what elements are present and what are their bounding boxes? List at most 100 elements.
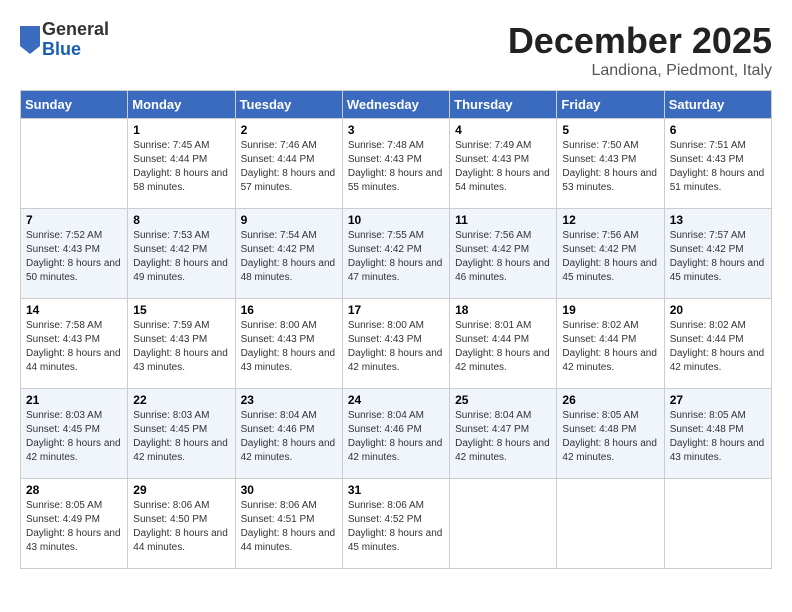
day-number: 24 (348, 393, 444, 407)
col-thursday: Thursday (450, 91, 557, 119)
day-number: 7 (26, 213, 122, 227)
day-number: 12 (562, 213, 658, 227)
day-info: Sunrise: 8:04 AMSunset: 4:46 PMDaylight:… (348, 409, 444, 465)
day-info: Sunrise: 7:50 AMSunset: 4:43 PMDaylight:… (562, 139, 658, 195)
day-info: Sunrise: 8:01 AMSunset: 4:44 PMDaylight:… (455, 319, 551, 375)
day-number: 1 (133, 123, 229, 137)
day-number: 16 (241, 303, 337, 317)
calendar-cell: 2 Sunrise: 7:46 AMSunset: 4:44 PMDayligh… (235, 119, 342, 209)
calendar-cell: 11 Sunrise: 7:56 AMSunset: 4:42 PMDaylig… (450, 209, 557, 299)
day-number: 14 (26, 303, 122, 317)
logo-blue: Blue (42, 40, 109, 60)
day-number: 13 (670, 213, 766, 227)
day-number: 30 (241, 483, 337, 497)
calendar-cell: 10 Sunrise: 7:55 AMSunset: 4:42 PMDaylig… (342, 209, 449, 299)
day-info: Sunrise: 7:58 AMSunset: 4:43 PMDaylight:… (26, 319, 122, 375)
day-number: 5 (562, 123, 658, 137)
day-number: 27 (670, 393, 766, 407)
day-info: Sunrise: 8:03 AMSunset: 4:45 PMDaylight:… (26, 409, 122, 465)
calendar-cell: 8 Sunrise: 7:53 AMSunset: 4:42 PMDayligh… (128, 209, 235, 299)
calendar-cell (450, 479, 557, 569)
calendar-cell (21, 119, 128, 209)
calendar-cell: 16 Sunrise: 8:00 AMSunset: 4:43 PMDaylig… (235, 299, 342, 389)
calendar-cell: 4 Sunrise: 7:49 AMSunset: 4:43 PMDayligh… (450, 119, 557, 209)
calendar-cell: 30 Sunrise: 8:06 AMSunset: 4:51 PMDaylig… (235, 479, 342, 569)
calendar-cell: 23 Sunrise: 8:04 AMSunset: 4:46 PMDaylig… (235, 389, 342, 479)
calendar-cell: 12 Sunrise: 7:56 AMSunset: 4:42 PMDaylig… (557, 209, 664, 299)
day-info: Sunrise: 7:48 AMSunset: 4:43 PMDaylight:… (348, 139, 444, 195)
day-number: 10 (348, 213, 444, 227)
calendar-cell (664, 479, 771, 569)
day-info: Sunrise: 8:02 AMSunset: 4:44 PMDaylight:… (670, 319, 766, 375)
day-info: Sunrise: 7:54 AMSunset: 4:42 PMDaylight:… (241, 229, 337, 285)
col-monday: Monday (128, 91, 235, 119)
logo-general: General (42, 20, 109, 40)
calendar-cell: 1 Sunrise: 7:45 AMSunset: 4:44 PMDayligh… (128, 119, 235, 209)
day-number: 26 (562, 393, 658, 407)
day-info: Sunrise: 7:53 AMSunset: 4:42 PMDaylight:… (133, 229, 229, 285)
day-info: Sunrise: 7:55 AMSunset: 4:42 PMDaylight:… (348, 229, 444, 285)
day-info: Sunrise: 7:56 AMSunset: 4:42 PMDaylight:… (562, 229, 658, 285)
calendar-cell (557, 479, 664, 569)
calendar-cell: 31 Sunrise: 8:06 AMSunset: 4:52 PMDaylig… (342, 479, 449, 569)
day-number: 29 (133, 483, 229, 497)
day-number: 15 (133, 303, 229, 317)
calendar-week-5: 28 Sunrise: 8:05 AMSunset: 4:49 PMDaylig… (21, 479, 772, 569)
location: Landiona, Piedmont, Italy (508, 62, 772, 80)
day-info: Sunrise: 8:00 AMSunset: 4:43 PMDaylight:… (348, 319, 444, 375)
title-block: December 2025 Landiona, Piedmont, Italy (508, 20, 772, 80)
day-info: Sunrise: 7:52 AMSunset: 4:43 PMDaylight:… (26, 229, 122, 285)
day-info: Sunrise: 8:05 AMSunset: 4:48 PMDaylight:… (670, 409, 766, 465)
col-sunday: Sunday (21, 91, 128, 119)
logo: General Blue (20, 20, 109, 60)
day-number: 22 (133, 393, 229, 407)
calendar-cell: 25 Sunrise: 8:04 AMSunset: 4:47 PMDaylig… (450, 389, 557, 479)
day-info: Sunrise: 8:05 AMSunset: 4:48 PMDaylight:… (562, 409, 658, 465)
day-number: 11 (455, 213, 551, 227)
day-info: Sunrise: 7:46 AMSunset: 4:44 PMDaylight:… (241, 139, 337, 195)
day-info: Sunrise: 8:04 AMSunset: 4:47 PMDaylight:… (455, 409, 551, 465)
calendar-cell: 3 Sunrise: 7:48 AMSunset: 4:43 PMDayligh… (342, 119, 449, 209)
day-info: Sunrise: 8:02 AMSunset: 4:44 PMDaylight:… (562, 319, 658, 375)
day-number: 2 (241, 123, 337, 137)
calendar-cell: 14 Sunrise: 7:58 AMSunset: 4:43 PMDaylig… (21, 299, 128, 389)
calendar-cell: 20 Sunrise: 8:02 AMSunset: 4:44 PMDaylig… (664, 299, 771, 389)
day-number: 17 (348, 303, 444, 317)
day-number: 19 (562, 303, 658, 317)
calendar: Sunday Monday Tuesday Wednesday Thursday… (20, 90, 772, 569)
day-number: 6 (670, 123, 766, 137)
col-saturday: Saturday (664, 91, 771, 119)
day-number: 21 (26, 393, 122, 407)
day-number: 9 (241, 213, 337, 227)
day-number: 4 (455, 123, 551, 137)
day-info: Sunrise: 8:04 AMSunset: 4:46 PMDaylight:… (241, 409, 337, 465)
day-number: 31 (348, 483, 444, 497)
calendar-cell: 22 Sunrise: 8:03 AMSunset: 4:45 PMDaylig… (128, 389, 235, 479)
day-info: Sunrise: 7:56 AMSunset: 4:42 PMDaylight:… (455, 229, 551, 285)
calendar-cell: 21 Sunrise: 8:03 AMSunset: 4:45 PMDaylig… (21, 389, 128, 479)
calendar-cell: 17 Sunrise: 8:00 AMSunset: 4:43 PMDaylig… (342, 299, 449, 389)
day-number: 25 (455, 393, 551, 407)
calendar-cell: 26 Sunrise: 8:05 AMSunset: 4:48 PMDaylig… (557, 389, 664, 479)
day-info: Sunrise: 7:59 AMSunset: 4:43 PMDaylight:… (133, 319, 229, 375)
page-header: General Blue December 2025 Landiona, Pie… (20, 20, 772, 80)
calendar-cell: 19 Sunrise: 8:02 AMSunset: 4:44 PMDaylig… (557, 299, 664, 389)
col-friday: Friday (557, 91, 664, 119)
month-title: December 2025 (508, 20, 772, 62)
day-info: Sunrise: 7:45 AMSunset: 4:44 PMDaylight:… (133, 139, 229, 195)
col-wednesday: Wednesday (342, 91, 449, 119)
day-number: 23 (241, 393, 337, 407)
calendar-cell: 29 Sunrise: 8:06 AMSunset: 4:50 PMDaylig… (128, 479, 235, 569)
day-number: 28 (26, 483, 122, 497)
day-info: Sunrise: 7:51 AMSunset: 4:43 PMDaylight:… (670, 139, 766, 195)
calendar-cell: 24 Sunrise: 8:04 AMSunset: 4:46 PMDaylig… (342, 389, 449, 479)
day-info: Sunrise: 8:06 AMSunset: 4:52 PMDaylight:… (348, 499, 444, 555)
calendar-cell: 15 Sunrise: 7:59 AMSunset: 4:43 PMDaylig… (128, 299, 235, 389)
day-info: Sunrise: 8:00 AMSunset: 4:43 PMDaylight:… (241, 319, 337, 375)
calendar-cell: 9 Sunrise: 7:54 AMSunset: 4:42 PMDayligh… (235, 209, 342, 299)
calendar-week-1: 1 Sunrise: 7:45 AMSunset: 4:44 PMDayligh… (21, 119, 772, 209)
calendar-cell: 7 Sunrise: 7:52 AMSunset: 4:43 PMDayligh… (21, 209, 128, 299)
calendar-header-row: Sunday Monday Tuesday Wednesday Thursday… (21, 91, 772, 119)
day-info: Sunrise: 8:03 AMSunset: 4:45 PMDaylight:… (133, 409, 229, 465)
day-number: 20 (670, 303, 766, 317)
